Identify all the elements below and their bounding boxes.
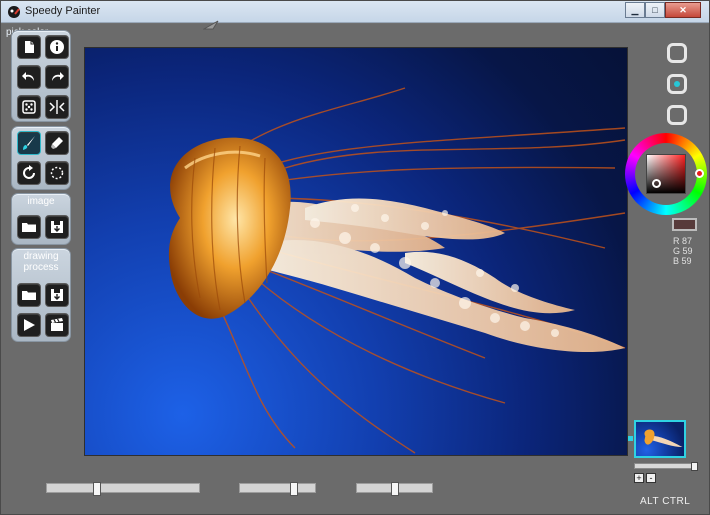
zoom-slider[interactable]: [634, 462, 698, 471]
open-process-button[interactable]: [17, 283, 41, 307]
zoom-slider-knob[interactable]: [691, 462, 698, 471]
redo-icon: [52, 72, 64, 81]
image-group-label: image: [27, 196, 55, 207]
random-button[interactable]: [17, 95, 41, 119]
app-icon: [8, 6, 20, 18]
drawing-canvas[interactable]: [85, 48, 627, 455]
window-controls: ▁ □ ✕: [625, 2, 701, 18]
maximize-button[interactable]: □: [645, 2, 665, 18]
green-value: G 59: [673, 246, 693, 256]
save-process-button[interactable]: [45, 283, 69, 307]
rotate-tool-button[interactable]: [17, 161, 41, 185]
flip-horizontal-icon: [49, 100, 65, 114]
modifier-keys-indicator: ALT CTRL: [640, 496, 691, 507]
info-button[interactable]: [45, 35, 69, 59]
hue-picker[interactable]: [695, 169, 704, 178]
hardness-slider[interactable]: [356, 482, 433, 496]
record-video-button[interactable]: [45, 313, 69, 337]
save-icon: [51, 289, 63, 301]
brush-tools-panel: [11, 126, 71, 190]
flip-button[interactable]: [45, 95, 69, 119]
title-bar[interactable]: Speedy Painter ▁ □ ✕: [1, 1, 709, 23]
drawing-process-label-line1: drawing: [23, 251, 59, 262]
canvas-thumbnail[interactable]: [634, 420, 686, 458]
clapper-icon: [51, 318, 63, 331]
brush-size-slider-knob[interactable]: [93, 482, 101, 496]
view-mode-button-2[interactable]: [667, 74, 687, 94]
app-window: Speedy Painter ▁ □ ✕ pick color: [0, 0, 710, 515]
current-color-swatch: [672, 218, 697, 231]
lasso-icon: [50, 166, 64, 180]
undo-icon: [22, 72, 34, 81]
brush-tool-button[interactable]: [17, 131, 41, 155]
brush-icon: [23, 136, 35, 150]
zoom-in-button[interactable]: +: [634, 473, 644, 483]
rotate-icon: [23, 165, 35, 179]
thumbnail-image: [644, 429, 683, 448]
eraser-tool-button[interactable]: [45, 131, 69, 155]
window-title: Speedy Painter: [25, 5, 101, 17]
thumbnail-marker: [628, 436, 633, 441]
play-icon: [24, 319, 35, 331]
save-icon: [51, 221, 63, 233]
undo-button[interactable]: [17, 65, 41, 89]
save-image-button[interactable]: [45, 215, 69, 239]
play-process-button[interactable]: [17, 313, 41, 337]
drawing-process-panel: drawing process: [11, 248, 71, 342]
opacity-slider[interactable]: [239, 482, 316, 496]
new-document-icon: [25, 41, 34, 53]
lasso-tool-button[interactable]: [45, 161, 69, 185]
saturation-picker[interactable]: [652, 179, 661, 188]
dice-icon: [22, 100, 36, 114]
color-wheel[interactable]: [625, 133, 707, 215]
open-image-button[interactable]: [17, 215, 41, 239]
info-icon: [50, 40, 64, 54]
blue-value: B 59: [673, 256, 692, 266]
brush-size-slider[interactable]: [46, 482, 200, 496]
image-panel: image: [11, 193, 71, 245]
main-tools-panel: [11, 30, 71, 122]
minimize-button[interactable]: ▁: [625, 2, 645, 18]
new-document-button[interactable]: [17, 35, 41, 59]
view-mode-button-3[interactable]: [667, 105, 687, 125]
cursor-icon: [203, 20, 219, 30]
redo-button[interactable]: [45, 65, 69, 89]
eraser-icon: [51, 137, 63, 149]
hardness-slider-knob[interactable]: [391, 482, 399, 496]
drawing-process-label-line2: process: [23, 262, 59, 273]
opacity-slider-knob[interactable]: [290, 482, 298, 496]
zoom-out-button[interactable]: -: [646, 473, 656, 483]
folder-icon: [22, 291, 36, 300]
folder-icon: [22, 223, 36, 232]
view-mode-button-1[interactable]: [667, 43, 687, 63]
close-button[interactable]: ✕: [665, 2, 701, 18]
red-value: R 87: [673, 236, 693, 246]
saturation-square[interactable]: [646, 154, 686, 194]
jellyfish-painting: [168, 87, 626, 454]
rgb-readout: R 87 G 59 B 59: [673, 236, 693, 266]
app-body: pick color: [1, 20, 709, 514]
